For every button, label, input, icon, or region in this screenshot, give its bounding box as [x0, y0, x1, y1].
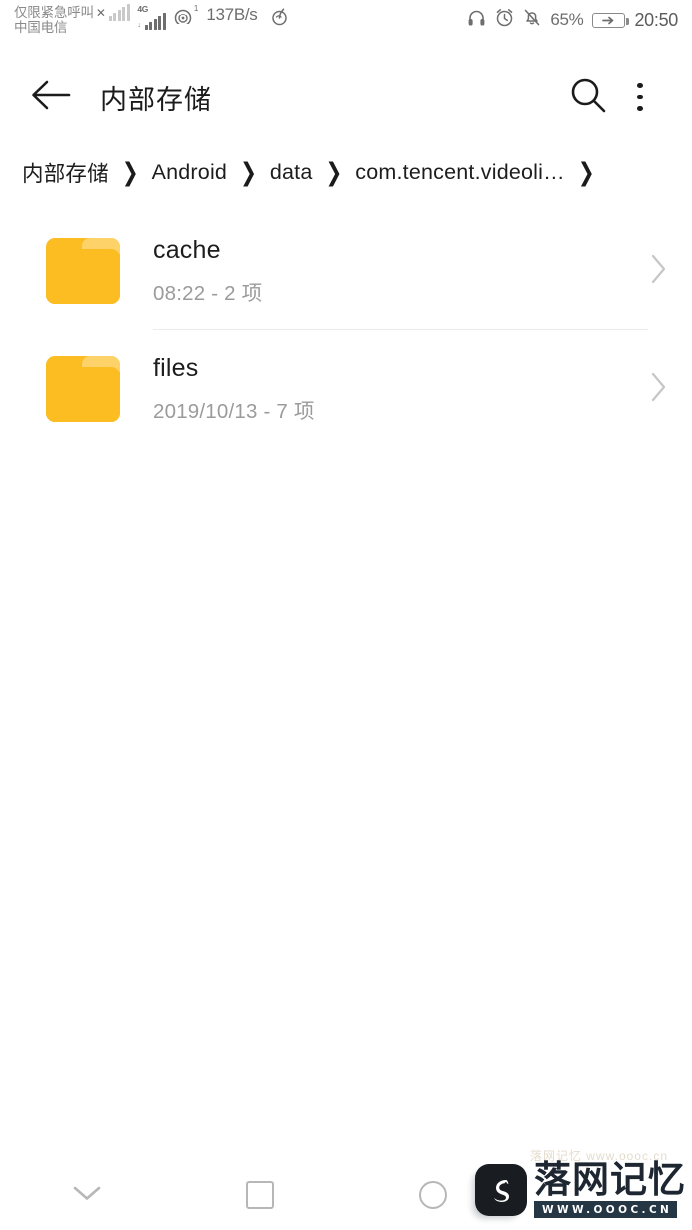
folder-icon [46, 356, 120, 422]
breadcrumb-item-0[interactable]: 内部存储 [22, 157, 109, 188]
signal-bars-sim2-icon [144, 13, 168, 30]
breadcrumb[interactable]: 内部存储 ❯ Android ❯ data ❯ com.tencent.vide… [0, 146, 692, 198]
back-button[interactable] [28, 74, 74, 120]
hotspot-count-label: 1 [193, 4, 199, 13]
chevron-down-icon [70, 1182, 104, 1209]
breadcrumb-item-1[interactable]: Android [152, 160, 228, 185]
phone-screen: 仅限紧急呼叫 中国电信 ✕ 4G ↓ 1 137B/s 65% 20:50 内部… [0, 0, 692, 1230]
nav-back-button[interactable] [0, 1160, 173, 1230]
music-note-icon [270, 4, 289, 31]
status-clock-label: 20:50 [634, 9, 678, 30]
circle-icon [418, 1181, 447, 1209]
network-type-label: 4G [137, 4, 149, 14]
file-name-label: cache [153, 236, 221, 265]
headphone-icon [467, 9, 486, 32]
app-bar-actions [562, 71, 666, 123]
breadcrumb-item-2[interactable]: data [270, 160, 313, 185]
carrier-emergency-label: 仅限紧急呼叫 [14, 5, 94, 20]
square-icon [245, 1181, 274, 1209]
table-row[interactable]: cache 08:22 - 2 项 [0, 212, 692, 330]
app-bar: 内部存储 [0, 58, 692, 136]
signal-bars-sim1-icon [108, 4, 132, 21]
battery-charging-icon [592, 12, 629, 28]
breadcrumb-separator-icon: ❯ [240, 158, 257, 187]
nav-home-button[interactable] [346, 1160, 519, 1230]
network-type-indicator: 4G ↓ [137, 4, 167, 30]
status-bar-right: 65% 20:50 [458, 4, 678, 32]
folder-icon [46, 238, 120, 304]
data-arrow-icon: ↓ [137, 22, 141, 29]
file-list: cache 08:22 - 2 项 files 2019/10/13 - 7 项 [0, 212, 692, 448]
overflow-menu-button[interactable] [614, 71, 666, 123]
hotspot-icon: 1 [174, 4, 198, 29]
chevron-right-icon[interactable] [648, 252, 668, 291]
network-speed-label: 137B/s [206, 5, 258, 24]
carrier-info: 仅限紧急呼叫 中国电信 [14, 4, 94, 35]
search-icon [568, 75, 608, 120]
no-service-x-icon: ✕ [95, 6, 106, 20]
status-bar: 仅限紧急呼叫 中国电信 ✕ 4G ↓ 1 137B/s 65% 20:50 [0, 0, 692, 52]
carrier-name-label: 中国电信 [14, 20, 68, 36]
chevron-right-icon[interactable] [648, 370, 668, 409]
battery-percent-label: 65% [550, 10, 584, 29]
more-vertical-icon [637, 80, 643, 114]
breadcrumb-separator-icon: ❯ [121, 158, 139, 187]
nav-recents-button[interactable] [173, 1160, 346, 1230]
system-nav-bar [0, 1160, 692, 1230]
breadcrumb-item-3[interactable]: com.tencent.videoli… [355, 160, 565, 185]
search-button[interactable] [562, 71, 614, 123]
alarm-clock-icon [495, 8, 514, 32]
file-row-text: cache 08:22 - 2 项 [153, 236, 262, 306]
page-title: 内部存储 [100, 84, 212, 115]
file-meta-label: 2019/10/13 - 7 项 [153, 399, 315, 423]
table-row[interactable]: files 2019/10/13 - 7 项 [0, 330, 692, 448]
file-meta-label: 08:22 - 2 项 [153, 281, 263, 305]
file-row-text: files 2019/10/13 - 7 项 [153, 354, 315, 424]
bell-muted-icon [523, 8, 541, 32]
file-name-label: files [153, 354, 199, 383]
breadcrumb-separator-icon: ❯ [577, 158, 595, 187]
breadcrumb-separator-icon: ❯ [325, 158, 343, 187]
status-bar-left: 仅限紧急呼叫 中国电信 ✕ 4G ↓ 1 137B/s [14, 4, 289, 35]
arrow-left-icon [30, 78, 72, 117]
